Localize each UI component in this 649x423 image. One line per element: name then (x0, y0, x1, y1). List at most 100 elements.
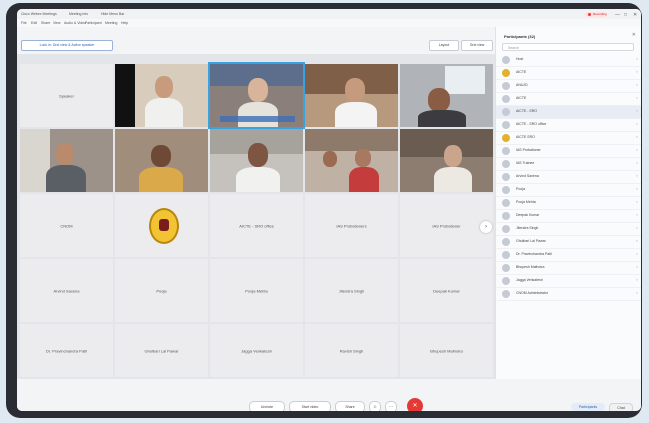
share-button[interactable]: Share (335, 401, 365, 411)
participant-list-name: AICTE - SRO (516, 109, 538, 113)
reactions-icon[interactable]: ☺ (369, 401, 381, 411)
unmute-button[interactable]: Unmute (249, 401, 285, 411)
participant-list-item[interactable]: ANUJD ⌁ (496, 80, 641, 93)
participant-tile[interactable]: Ghulbari Lal Pawar (115, 324, 208, 377)
chat-button[interactable]: Chat (609, 403, 633, 411)
menu-meeting[interactable]: Meeting (105, 21, 117, 25)
participant-tile[interactable]: Arvind Saxena (20, 259, 113, 322)
participant-tile[interactable]: Pooja Mehta (210, 259, 303, 322)
participant-list-item[interactable]: Dr. Pravinchandra Patil ⌁ (496, 249, 641, 262)
participant-name: Jagga Venkatesh (241, 348, 272, 353)
app-title: Cisco Webex Meetings (21, 12, 57, 16)
participant-list-item[interactable]: Jagga Venkatesh ⌁ (496, 275, 641, 288)
participant-video-tile[interactable] (115, 129, 208, 192)
participant-list-item[interactable]: AICTE SRO ⌁ (496, 132, 641, 145)
participant-list-item[interactable]: AICTE ⌁ (496, 67, 641, 80)
start-video-button[interactable]: Start video (289, 401, 331, 411)
mic-muted-icon: ⌁ (635, 187, 638, 191)
participant-list-name: AICTE SRO (516, 135, 535, 139)
menu-share[interactable]: Share (41, 21, 50, 25)
participant-tile[interactable]: AICTE - SRO office (210, 194, 303, 257)
participant-tile[interactable]: CNOM (20, 194, 113, 257)
mic-muted-icon: ⌁ (635, 291, 638, 295)
participant-video-tile[interactable] (20, 129, 113, 192)
end-meeting-button[interactable]: ✕ (407, 398, 423, 411)
participants-panel: Participants (32) ✕ Search Host ⌁ AICTE ⌁ AN… (495, 27, 641, 379)
maximize-icon[interactable]: □ (624, 12, 627, 18)
participant-video-tile[interactable] (400, 64, 493, 127)
participant-list-name: Bhupesh Malhotra (516, 265, 545, 269)
menu-file[interactable]: File (21, 21, 27, 25)
participant-list-item[interactable]: Bhupesh Malhotra ⌁ (496, 262, 641, 275)
avatar (502, 108, 510, 116)
mic-muted-icon: ⌁ (635, 213, 638, 217)
participant-tile[interactable]: Dr. Pravinchandra Patil (20, 324, 113, 377)
avatar (502, 199, 510, 207)
participant-list-item[interactable]: CNOM Administrator ⌁ (496, 288, 641, 301)
close-icon[interactable]: ✕ (633, 12, 637, 18)
participant-list-item[interactable]: Pooja Mehta ⌁ (496, 197, 641, 210)
minimize-icon[interactable]: — (615, 12, 620, 18)
active-speaker-tile[interactable] (208, 62, 305, 129)
menu-edit[interactable]: Edit (31, 21, 37, 25)
participant-list-item[interactable]: Ghulbari Lal Pawar ⌁ (496, 236, 641, 249)
participant-list-item[interactable]: Jitendra Singh ⌁ (496, 223, 641, 236)
participant-video-tile[interactable] (305, 64, 398, 127)
participant-name: AICTE - SRO office (239, 223, 274, 228)
participant-search-input[interactable]: Search (502, 43, 634, 51)
participant-tile[interactable]: IAS Probationers (305, 194, 398, 257)
participant-list: Host ⌁ AICTE ⌁ ANUJD ⌁ AICTE ⌁ AICTE - SRO ⌁ AICTE… (496, 54, 641, 301)
participant-list-item[interactable]: AICTE - SRO ⌁ (496, 106, 641, 119)
participant-list-item[interactable]: Host ⌁ (496, 54, 641, 67)
participant-tile[interactable]: Deepak Kumar (400, 259, 493, 322)
webex-window: Cisco Webex Meetings Meeting info Hide M… (17, 9, 641, 411)
participant-tile[interactable]: Jitendra Singh (305, 259, 398, 322)
record-dot-icon (588, 13, 591, 16)
participant-list-item[interactable]: IAS Probationer ⌁ (496, 145, 641, 158)
participant-name: Ghulbari Lal Pawar (144, 348, 179, 353)
participants-button[interactable]: Participants (571, 403, 605, 411)
panel-close-icon[interactable]: ✕ (632, 32, 636, 38)
organization-emblem-icon (149, 208, 179, 244)
avatar (502, 212, 510, 220)
lock-view-button[interactable]: Lock in: Grid view & Active speaker (21, 40, 113, 51)
participant-tile[interactable]: Pooja (115, 259, 208, 322)
tab-meeting-info[interactable]: Meeting info (69, 12, 88, 16)
participant-video-tile[interactable] (115, 64, 208, 127)
participant-video-tile[interactable] (305, 129, 398, 192)
tab-hide-menu[interactable]: Hide Menu Bar (101, 12, 124, 16)
participant-tile[interactable]: Jagga Venkatesh (210, 324, 303, 377)
layout-button[interactable]: Layout (429, 40, 459, 51)
participant-list-item[interactable]: AICTE ⌁ (496, 93, 641, 106)
participant-tile[interactable]: Speaker (20, 64, 113, 127)
participant-name: Pooja Mehta (245, 288, 268, 293)
menu-help[interactable]: Help (121, 21, 128, 25)
participant-list-item[interactable]: Pooja ⌁ (496, 184, 641, 197)
menu-view[interactable]: View (53, 21, 61, 25)
more-options-icon[interactable]: ⋯ (385, 401, 397, 411)
participant-list-name: CNOM Administrator (516, 291, 549, 295)
grid-view-button[interactable]: Grid view (461, 40, 493, 51)
avatar (502, 82, 510, 90)
participant-name: Pooja (156, 288, 167, 293)
recording-label: Recording (593, 12, 607, 16)
next-page-arrow-icon[interactable]: › (480, 221, 492, 233)
participant-list-name: Pooja (516, 187, 525, 191)
participant-list-name: IAS Probationer (516, 148, 541, 152)
participant-list-item[interactable]: AICTE - SRO office ⌁ (496, 119, 641, 132)
participant-video-tile[interactable] (210, 129, 303, 192)
menu-participant[interactable]: Participant (85, 21, 102, 25)
participant-name: IAS Probationers (336, 223, 367, 228)
participant-list-item[interactable]: Arvind Saxena ⌁ (496, 171, 641, 184)
participant-list-name: Deepak Kumar (516, 213, 540, 217)
participant-video-tile[interactable] (400, 129, 493, 192)
participant-tile[interactable]: Ravish Singh (305, 324, 398, 377)
participant-list-name: Jagga Venkatesh (516, 278, 543, 282)
avatar (502, 134, 510, 142)
participant-tile[interactable] (115, 194, 208, 257)
participant-list-item[interactable]: Deepak Kumar ⌁ (496, 210, 641, 223)
participant-tile[interactable]: Bhupesh Malhotra (400, 324, 493, 377)
participant-list-item[interactable]: IAS Trainee ⌁ (496, 158, 641, 171)
menu-audio-video[interactable]: Audio & Video (64, 21, 86, 25)
participant-name: CNOM (60, 223, 73, 228)
